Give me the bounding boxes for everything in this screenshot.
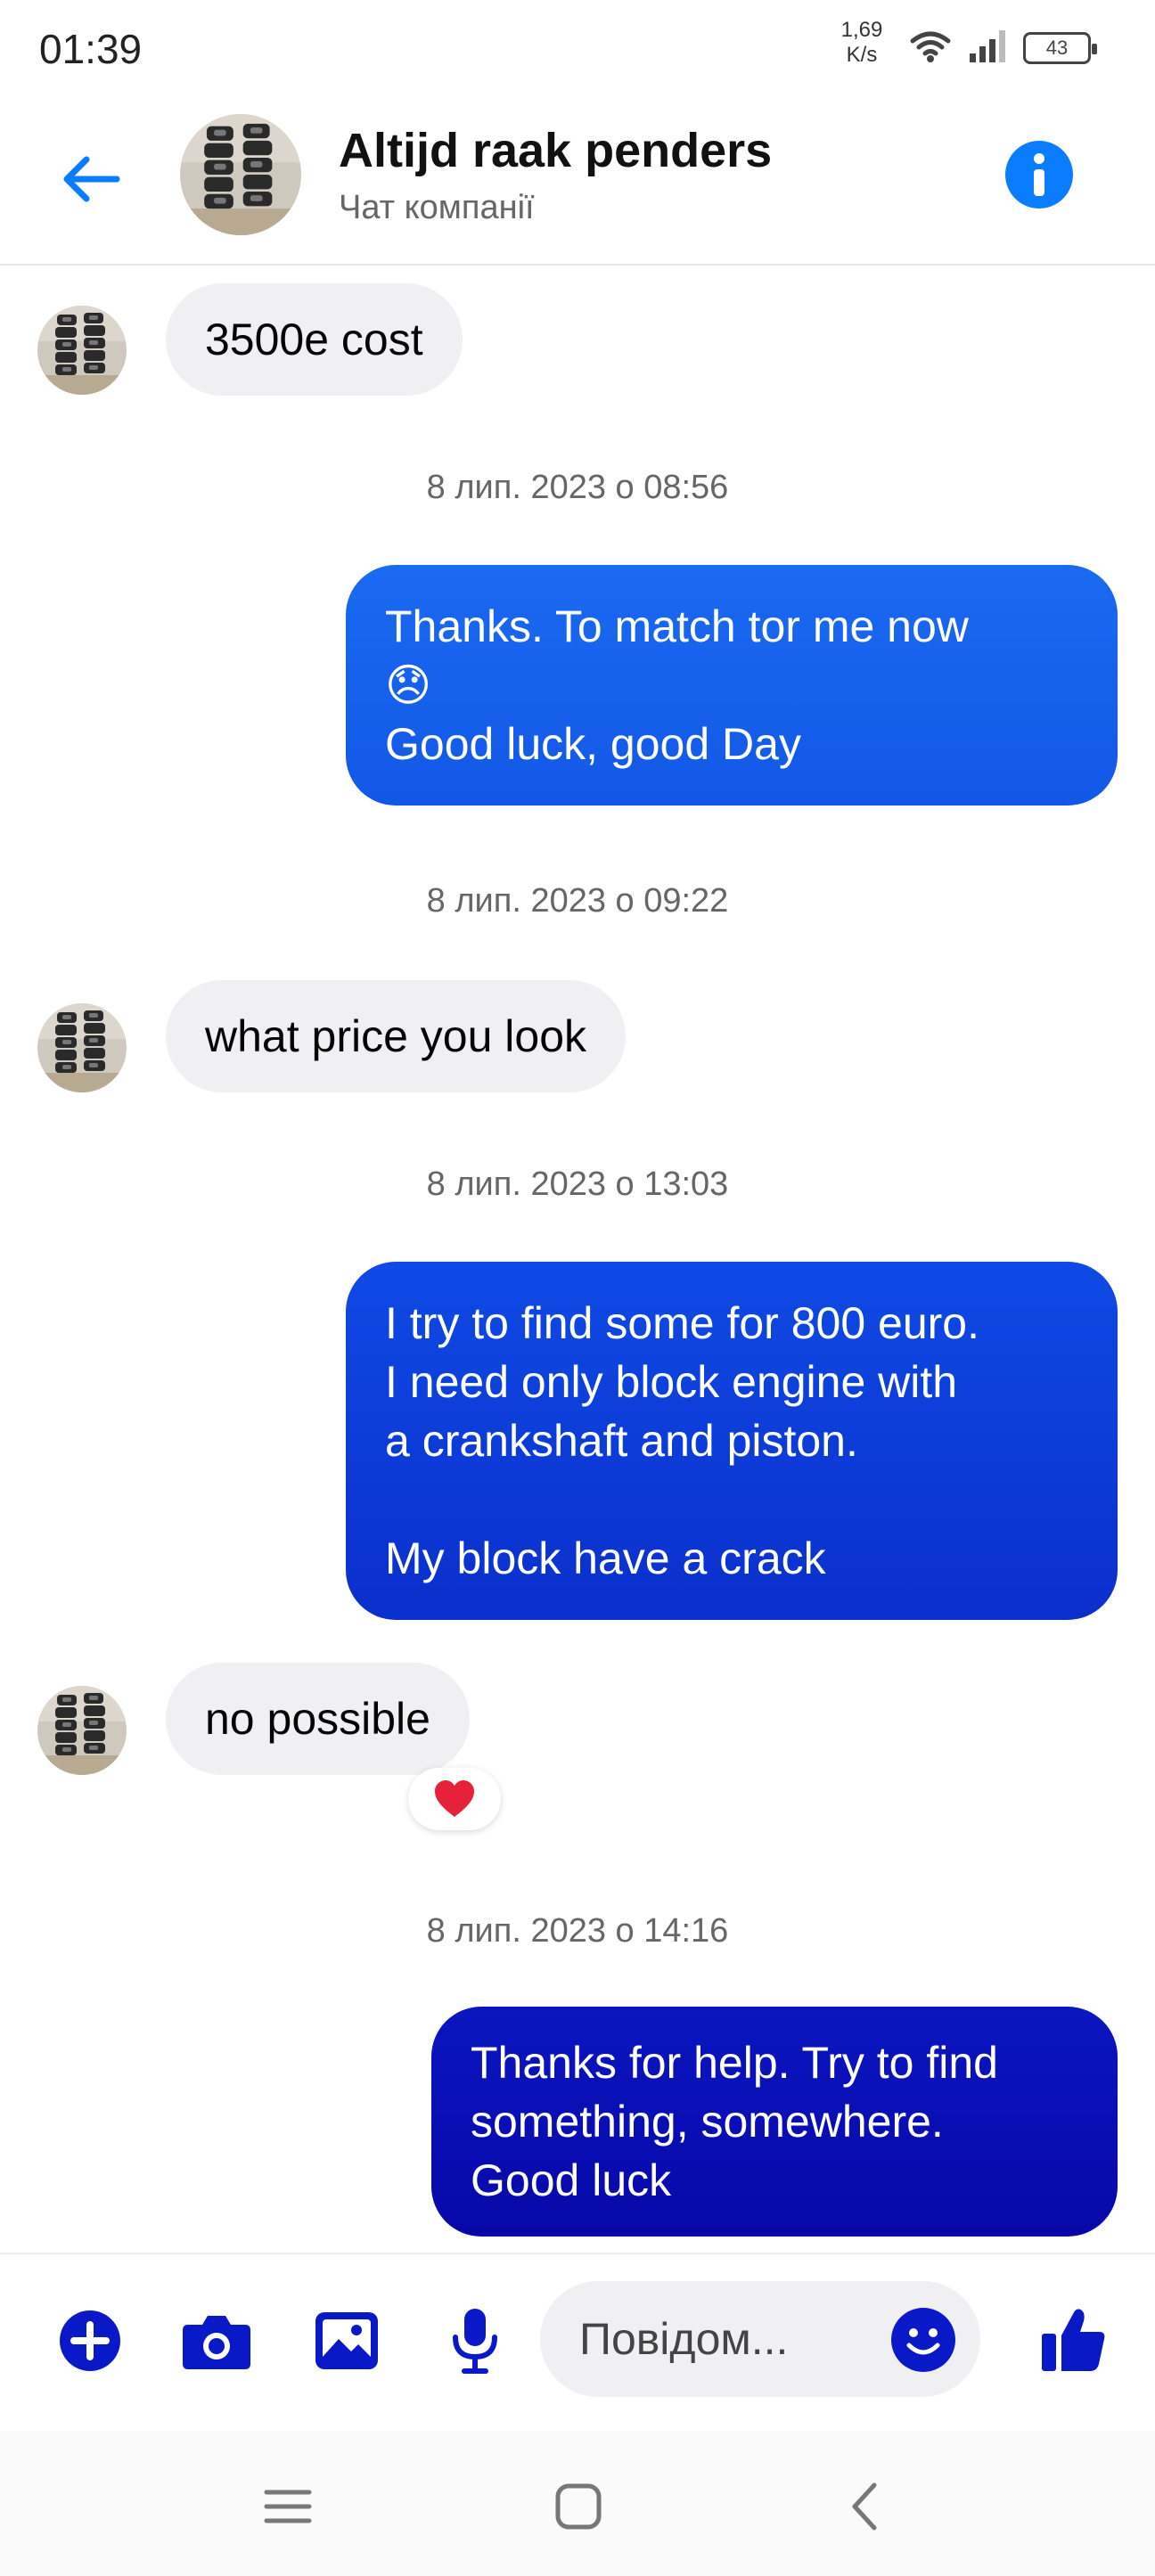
- status-icons: 43: [909, 23, 1097, 73]
- smiley-icon: [906, 2328, 940, 2355]
- message-incoming[interactable]: no possible: [166, 1663, 470, 1775]
- message-line: My block have a crack: [385, 1533, 826, 1583]
- info-button[interactable]: [1005, 141, 1073, 209]
- home-square-icon: [555, 2483, 602, 2530]
- back-button[interactable]: [50, 139, 130, 219]
- message-outgoing[interactable]: Thanks for help. Try to find something, …: [431, 2007, 1118, 2237]
- thumbs-up-icon: [1042, 2309, 1105, 2371]
- wifi-icon: [909, 29, 952, 69]
- emoji: 😞: [385, 659, 432, 711]
- message-outgoing[interactable]: I try to find some for 800 euro. I need …: [346, 1262, 1118, 1620]
- chat-subtitle: Чат компанії: [339, 189, 535, 226]
- info-icon: [1034, 153, 1044, 196]
- heart-icon: [435, 1780, 474, 1817]
- system-nav-bar: [0, 2431, 1155, 2576]
- status-bar: 01:39 1,69 K/s 43: [0, 0, 1155, 98]
- message-line: [385, 1470, 1078, 1529]
- plus-circle-icon: [60, 2310, 120, 2371]
- add-button[interactable]: [50, 2301, 130, 2381]
- message-line: Good luck, good Day: [385, 719, 801, 769]
- image-icon: [315, 2312, 378, 2369]
- reaction-badge[interactable]: [408, 1768, 501, 1830]
- battery-icon: 43: [1023, 32, 1097, 64]
- message-timestamp: 8 лип. 2023 о 14:16: [426, 1912, 729, 1950]
- message-line: I need only block engine with: [385, 1357, 958, 1407]
- message-timestamp: 8 лип. 2023 о 08:56: [426, 469, 729, 506]
- message-text: no possible: [205, 1694, 430, 1744]
- message-incoming[interactable]: what price you look: [166, 980, 627, 1092]
- avatar[interactable]: [180, 114, 301, 235]
- emoji-button[interactable]: [891, 2308, 955, 2372]
- message-composer: [0, 2253, 1155, 2431]
- message-text: 3500e cost: [205, 315, 423, 364]
- signal-icon: [968, 29, 1007, 69]
- microphone-icon: [453, 2309, 497, 2374]
- menu-icon: [264, 2490, 312, 2523]
- arrow-left-icon: [63, 156, 120, 202]
- nav-menu-button[interactable]: [248, 2466, 328, 2547]
- chat-header: Altijd raak penders Чат компанії: [0, 98, 1155, 266]
- avatar[interactable]: [37, 1003, 127, 1092]
- camera-icon: [183, 2316, 250, 2369]
- nav-home-button[interactable]: [538, 2466, 618, 2547]
- camera-button[interactable]: [176, 2301, 257, 2381]
- chevron-left-icon: [852, 2482, 877, 2531]
- message-line: something, somewhere.: [471, 2097, 944, 2147]
- message-line: a crankshaft and piston.: [385, 1416, 858, 1466]
- gallery-button[interactable]: [307, 2301, 387, 2381]
- message-timestamp: 8 лип. 2023 о 09:22: [426, 882, 729, 920]
- avatar[interactable]: [37, 306, 127, 395]
- message-line: Thanks. To match tor me now: [385, 601, 969, 651]
- message-text: what price you look: [205, 1011, 587, 1061]
- network-speed: 1,69 K/s: [831, 18, 893, 68]
- page-title[interactable]: Altijd raak penders: [339, 123, 772, 178]
- message-incoming[interactable]: 3500e cost: [166, 283, 463, 396]
- message-line: Thanks for help. Try to find: [471, 2038, 998, 2088]
- message-outgoing[interactable]: Thanks. To match tor me now 😞 Good luck,…: [346, 565, 1118, 806]
- microphone-button[interactable]: [435, 2301, 515, 2381]
- status-time: 01:39: [39, 26, 143, 72]
- like-button[interactable]: [1034, 2299, 1114, 2379]
- network-speed-value: 1,69: [840, 18, 883, 42]
- nav-back-button[interactable]: [825, 2466, 905, 2547]
- message-line: Good luck: [471, 2155, 672, 2205]
- avatar[interactable]: [37, 1686, 127, 1775]
- message-timestamp: 8 лип. 2023 о 13:03: [426, 1165, 729, 1203]
- message-line: I try to find some for 800 euro.: [385, 1298, 979, 1348]
- network-speed-unit: K/s: [846, 43, 878, 67]
